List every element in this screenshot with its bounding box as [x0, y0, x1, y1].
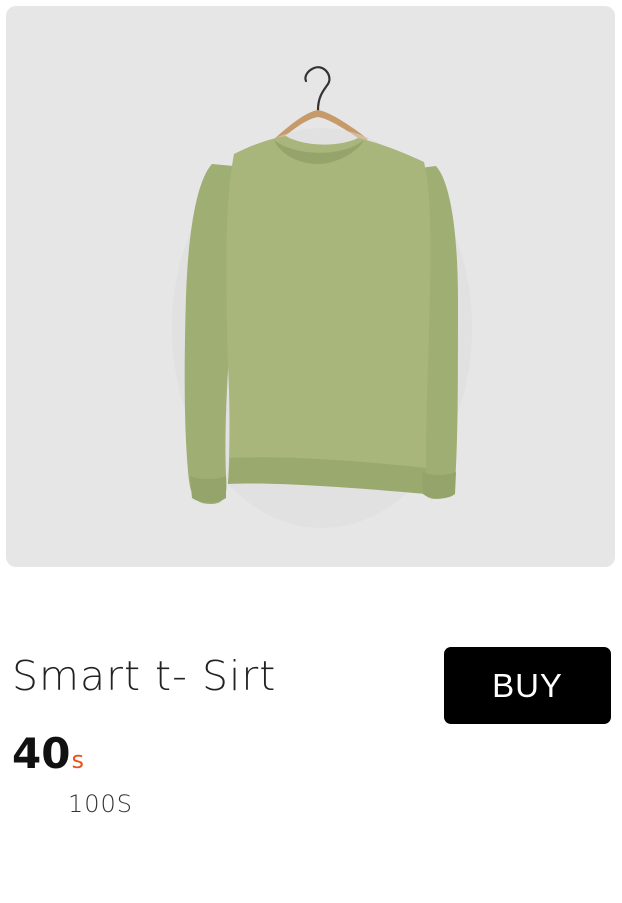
- product-card: Smart t- Sirt 40s 100S BUY: [0, 0, 622, 903]
- product-image[interactable]: [6, 6, 615, 567]
- original-price: 100S: [68, 790, 134, 818]
- product-price: 40s: [12, 729, 84, 778]
- sweatshirt-on-hanger-icon: [172, 66, 472, 528]
- buy-button[interactable]: BUY: [444, 647, 611, 724]
- price-currency: s: [71, 746, 84, 774]
- price-value: 40: [12, 729, 71, 778]
- product-title: Smart t- Sirt: [12, 652, 277, 700]
